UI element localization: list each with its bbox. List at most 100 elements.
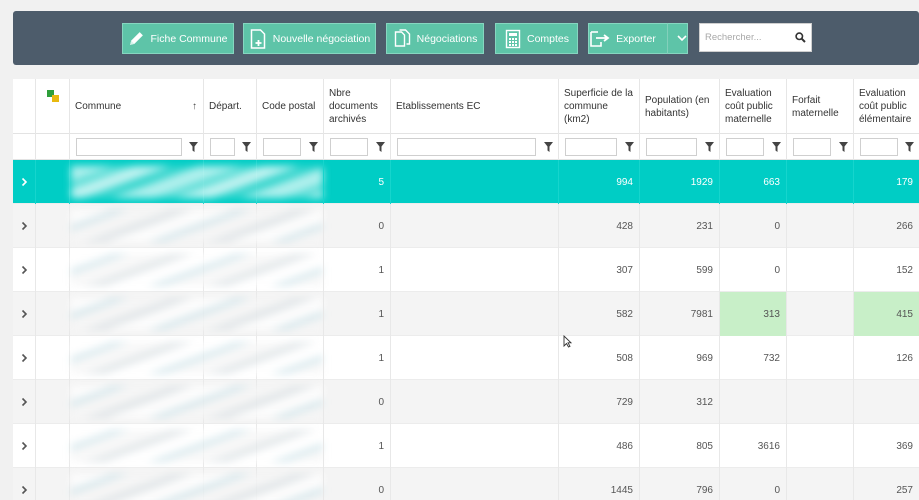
expand-row-chevron-icon[interactable] bbox=[13, 248, 35, 292]
filter-commune-input[interactable] bbox=[76, 138, 182, 156]
status-cell bbox=[35, 248, 69, 292]
exporter-button[interactable]: Exporter bbox=[588, 23, 688, 54]
pencil-icon bbox=[130, 32, 144, 45]
filter-icon[interactable] bbox=[772, 142, 781, 152]
forfait-mat-cell bbox=[786, 380, 853, 424]
comptes-label: Comptes bbox=[526, 32, 569, 45]
grid-header-row: Commune ↑ Départ. Code postal Nbre docum… bbox=[13, 79, 919, 134]
nouvelle-negociation-button[interactable]: Nouvelle négociation bbox=[243, 23, 376, 54]
filter-icon[interactable] bbox=[242, 142, 251, 152]
eval-elem-cell: 369 bbox=[853, 424, 919, 468]
header-nbre-documents[interactable]: Nbre documents archivés bbox=[323, 79, 390, 134]
table-row[interactable]: 0 729 312 bbox=[13, 380, 919, 424]
filter-code-postal-input[interactable] bbox=[263, 138, 301, 156]
population-cell: 805 bbox=[639, 424, 719, 468]
etab-cell bbox=[390, 248, 558, 292]
table-row[interactable]: 1 508 969 732 126 bbox=[13, 336, 919, 380]
eval-elem-cell: 152 bbox=[853, 248, 919, 292]
status-column-header[interactable] bbox=[35, 79, 69, 134]
redacted-blur bbox=[71, 166, 323, 198]
filter-depart-input[interactable] bbox=[210, 138, 235, 156]
expand-row-chevron-icon[interactable] bbox=[13, 468, 35, 500]
filter-superficie-input[interactable] bbox=[565, 138, 617, 156]
header-population[interactable]: Population (en habitants) bbox=[639, 79, 719, 134]
filter-eval-elementaire bbox=[853, 134, 919, 160]
table-row[interactable]: 5 994 1929 663 179 bbox=[13, 160, 919, 204]
redacted-blur bbox=[71, 474, 323, 500]
filter-icon[interactable] bbox=[309, 142, 318, 152]
header-eval-maternelle-label: Evaluation coût public maternelle bbox=[725, 88, 773, 125]
search-box bbox=[699, 23, 812, 52]
expand-row-chevron-icon[interactable] bbox=[13, 204, 35, 248]
filter-eval-elementaire-input[interactable] bbox=[860, 138, 898, 156]
table-row[interactable]: 1 582 7981 313 415 bbox=[13, 292, 919, 336]
header-etablissements[interactable]: Etablissements EC bbox=[390, 79, 558, 134]
table-row[interactable]: 0 428 231 0 266 bbox=[13, 204, 919, 248]
forfait-mat-cell bbox=[786, 292, 853, 336]
filter-eval-maternelle-input[interactable] bbox=[726, 138, 764, 156]
filter-icon[interactable] bbox=[839, 142, 848, 152]
filter-population-input[interactable] bbox=[646, 138, 697, 156]
header-forfait-maternelle[interactable]: Forfait maternelle bbox=[786, 79, 853, 134]
eval-mat-cell: 0 bbox=[719, 204, 786, 248]
header-superficie[interactable]: Superficie de la commune (km2) bbox=[558, 79, 639, 134]
filter-forfait-maternelle-input[interactable] bbox=[793, 138, 831, 156]
expand-row-chevron-icon[interactable] bbox=[13, 160, 35, 204]
expand-row-chevron-icon[interactable] bbox=[13, 336, 35, 380]
eval-elem-cell: 126 bbox=[853, 336, 919, 380]
header-nbre-documents-label: Nbre documents archivés bbox=[329, 88, 378, 125]
negociations-button[interactable]: Négociations bbox=[386, 23, 484, 54]
header-eval-maternelle[interactable]: Evaluation coût public maternelle bbox=[719, 79, 786, 134]
nbre-docs-cell: 1 bbox=[323, 424, 390, 468]
eval-mat-cell: 0 bbox=[719, 468, 786, 500]
forfait-mat-cell bbox=[786, 424, 853, 468]
status-cell bbox=[35, 160, 69, 204]
population-cell: 231 bbox=[639, 204, 719, 248]
expand-row-chevron-icon[interactable] bbox=[13, 292, 35, 336]
expand-row-chevron-icon[interactable] bbox=[13, 424, 35, 468]
filter-icon[interactable] bbox=[905, 142, 914, 152]
header-code-postal[interactable]: Code postal bbox=[256, 79, 323, 134]
filter-commune bbox=[69, 134, 203, 160]
filter-spacer-status bbox=[35, 134, 69, 160]
eval-mat-cell bbox=[719, 380, 786, 424]
filter-icon[interactable] bbox=[705, 142, 714, 152]
header-depart[interactable]: Départ. bbox=[203, 79, 256, 134]
nbre-docs-cell: 1 bbox=[323, 292, 390, 336]
chevron-down-icon[interactable] bbox=[677, 35, 687, 42]
eval-elem-cell: 257 bbox=[853, 468, 919, 500]
filter-icon[interactable] bbox=[189, 142, 198, 152]
eval-elem-cell: 179 bbox=[853, 160, 919, 204]
expand-column-header bbox=[13, 79, 35, 134]
filter-depart bbox=[203, 134, 256, 160]
status-cell bbox=[35, 336, 69, 380]
filter-etablissements-input[interactable] bbox=[397, 138, 536, 156]
table-row[interactable]: 1 486 805 3616 369 bbox=[13, 424, 919, 468]
filter-nbre-documents-input[interactable] bbox=[330, 138, 368, 156]
filter-icon[interactable] bbox=[376, 142, 385, 152]
export-icon bbox=[590, 31, 610, 47]
toolbar: Fiche Commune Nouvelle négociation Négoc… bbox=[13, 11, 919, 65]
filter-icon[interactable] bbox=[544, 142, 553, 152]
header-eval-elementaire[interactable]: Evaluation coût public élémentaire bbox=[853, 79, 919, 134]
table-row[interactable]: 1 307 599 0 152 bbox=[13, 248, 919, 292]
eval-mat-cell: 3616 bbox=[719, 424, 786, 468]
expand-row-chevron-icon[interactable] bbox=[13, 380, 35, 424]
etab-cell bbox=[390, 204, 558, 248]
search-input[interactable] bbox=[700, 24, 790, 51]
filter-icon[interactable] bbox=[625, 142, 634, 152]
population-cell: 796 bbox=[639, 468, 719, 500]
superficie-cell: 1445 bbox=[558, 468, 639, 500]
header-population-label: Population (en habitants) bbox=[645, 94, 710, 119]
header-commune[interactable]: Commune ↑ bbox=[69, 79, 203, 134]
forfait-mat-cell bbox=[786, 468, 853, 500]
search-icon[interactable] bbox=[795, 32, 806, 43]
superficie-cell: 486 bbox=[558, 424, 639, 468]
comptes-button[interactable]: Comptes bbox=[495, 23, 578, 54]
filter-superficie bbox=[558, 134, 639, 160]
fiche-commune-button[interactable]: Fiche Commune bbox=[122, 23, 234, 54]
forfait-mat-cell bbox=[786, 204, 853, 248]
header-depart-label: Départ. bbox=[209, 101, 242, 112]
table-row[interactable]: 0 1445 796 0 257 bbox=[13, 468, 919, 500]
superficie-cell: 428 bbox=[558, 204, 639, 248]
